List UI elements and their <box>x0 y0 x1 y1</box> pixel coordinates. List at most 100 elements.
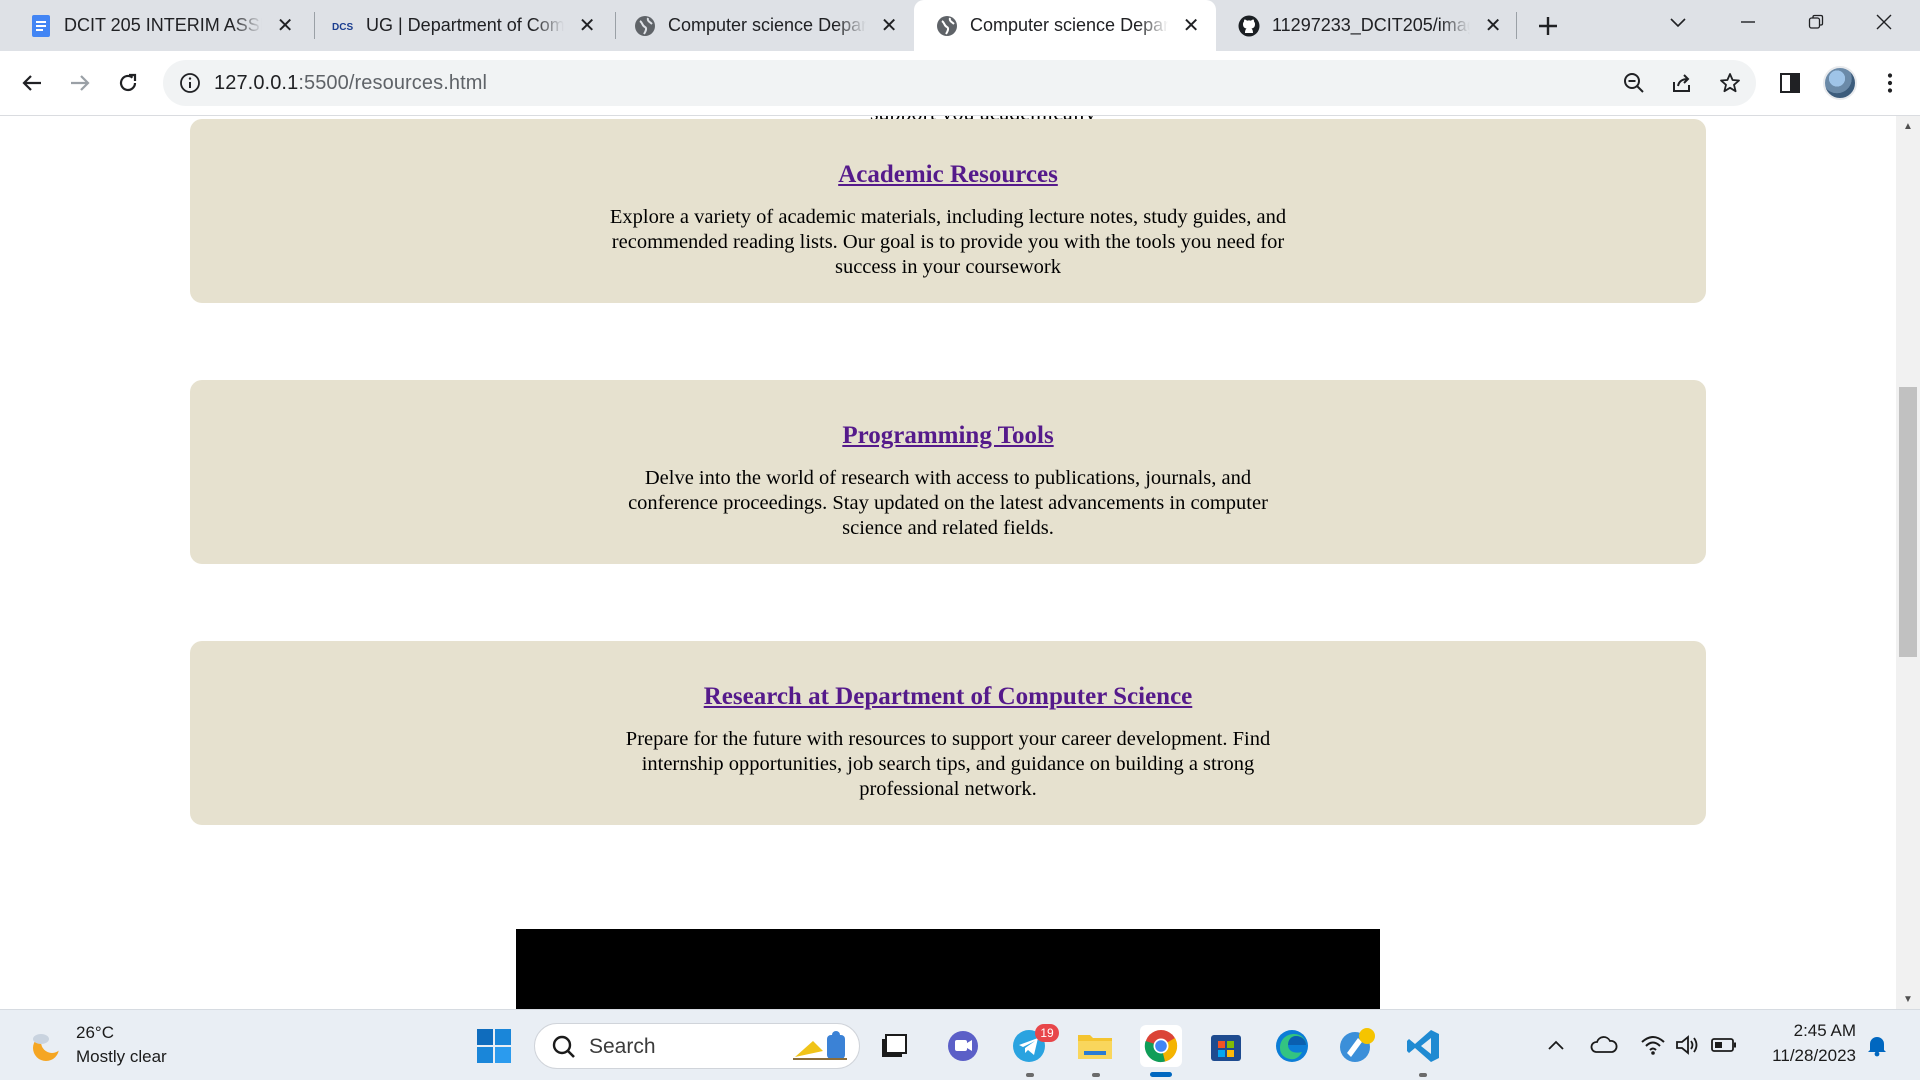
tab-title: DCIT 205 INTERIM ASSESSMENT <box>64 15 263 36</box>
resource-card-academic: Academic Resources Explore a variety of … <box>190 119 1706 303</box>
clock-time[interactable]: 2:45 AM <box>1794 1021 1856 1041</box>
address-bar[interactable]: 127.0.0.1:5500/resources.html <box>163 60 1756 106</box>
chevron-down-icon <box>1670 18 1686 28</box>
clock-date[interactable]: 11/28/2023 <box>1772 1046 1856 1066</box>
page-viewport: support you academically Academic Resour… <box>0 116 1896 1009</box>
programming-tools-link[interactable]: Programming Tools <box>842 422 1053 449</box>
resource-card-research: Research at Department of Computer Scien… <box>190 641 1706 825</box>
card-text: Delve into the world of research with ac… <box>628 467 1268 539</box>
python-idle-icon[interactable] <box>1336 1025 1378 1067</box>
svg-text:DCS: DCS <box>332 22 353 33</box>
restore-icon <box>1808 14 1824 29</box>
side-panel-button[interactable] <box>1772 65 1808 101</box>
taskbar-search-box[interactable]: Search <box>534 1023 860 1069</box>
forward-button[interactable] <box>62 65 98 101</box>
card-text: Explore a variety of academic materials,… <box>609 206 1287 278</box>
card-title: Programming Tools <box>190 422 1706 450</box>
file-explorer-icon[interactable] <box>1074 1025 1116 1067</box>
tab-title: 11297233_DCIT205/images <box>1272 15 1471 36</box>
vscode-icon[interactable] <box>1402 1025 1444 1067</box>
card-title: Academic Resources <box>190 161 1706 189</box>
vscode-running-indicator <box>1419 1073 1427 1077</box>
tab-docs[interactable]: DCIT 205 INTERIM ASSESSMENT ✕ <box>8 0 310 51</box>
close-icon[interactable]: ✕ <box>1180 15 1202 37</box>
teams-chat-icon[interactable] <box>942 1025 984 1067</box>
tab-title: Computer science Department <box>970 15 1169 36</box>
minimize-icon <box>1741 21 1755 23</box>
arrow-right-icon <box>71 75 90 91</box>
scroll-up-arrow-icon[interactable]: ▲ <box>1896 116 1920 136</box>
tab-separator <box>1516 12 1517 39</box>
reload-button[interactable] <box>110 65 146 101</box>
chevron-up-icon[interactable] <box>1541 1030 1571 1060</box>
weather-temperature: 26°C <box>76 1023 114 1042</box>
microsoft-store-icon[interactable] <box>1205 1025 1247 1067</box>
bookmark-star-icon[interactable] <box>1717 70 1743 96</box>
page-scrollbar[interactable]: ▲ ▼ <box>1896 116 1920 1009</box>
volume-icon[interactable] <box>1673 1030 1703 1060</box>
url-text[interactable]: 127.0.0.1:5500/resources.html <box>214 72 487 95</box>
tab-ug-dcs[interactable]: DCS UG | Department of Computer Science … <box>310 0 612 51</box>
url-host: 127.0.0.1 <box>214 72 299 94</box>
notification-bell-icon[interactable] <box>1862 1030 1892 1060</box>
tab-github[interactable]: 11297233_DCIT205/images ✕ <box>1216 0 1518 51</box>
card-text: Prepare for the future with resources to… <box>625 728 1271 800</box>
wifi-icon[interactable] <box>1638 1030 1668 1060</box>
card-title: Research at Department of Computer Scien… <box>190 683 1706 711</box>
menu-button[interactable] <box>1872 65 1908 101</box>
share-icon[interactable] <box>1669 70 1695 96</box>
search-icon <box>551 1034 577 1065</box>
url-path: :5500/resources.html <box>298 72 488 94</box>
telegram-badge: 19 <box>1035 1024 1059 1042</box>
reload-icon <box>119 73 137 92</box>
tab-title: UG | Department of Computer Science <box>366 15 565 36</box>
search-highlight-icon <box>789 1029 853 1070</box>
ug-dcs-icon: DCS <box>332 15 354 37</box>
edge-icon[interactable] <box>1271 1025 1313 1067</box>
more-vert-icon <box>1887 73 1893 93</box>
resource-card-programming: Programming Tools Delve into the world o… <box>190 380 1706 564</box>
tab-cs-dept-1[interactable]: Computer science Department ✕ <box>612 0 914 51</box>
back-button[interactable] <box>14 65 50 101</box>
onedrive-cloud-icon[interactable] <box>1589 1030 1619 1060</box>
weather-description: Mostly clear <box>76 1047 167 1066</box>
telegram-running-indicator <box>1026 1073 1034 1077</box>
windows-taskbar: 26°C Mostly clear Search 19 2:45 AM 11/2… <box>0 1009 1920 1080</box>
profile-avatar[interactable] <box>1823 66 1857 100</box>
task-view-icon[interactable] <box>873 1025 915 1067</box>
battery-icon[interactable] <box>1709 1030 1739 1060</box>
chrome-active-indicator <box>1150 1072 1172 1077</box>
tab-strip: DCIT 205 INTERIM ASSESSMENT ✕ DCS UG | D… <box>0 0 1920 51</box>
chrome-icon[interactable] <box>1140 1025 1182 1067</box>
close-icon[interactable]: ✕ <box>1482 15 1504 37</box>
close-icon[interactable]: ✕ <box>576 15 598 37</box>
close-icon[interactable]: ✕ <box>274 15 296 37</box>
footer-block <box>516 929 1380 1009</box>
new-tab-button[interactable] <box>1530 9 1566 43</box>
explorer-running-indicator <box>1092 1073 1100 1077</box>
globe-icon <box>936 15 958 37</box>
tab-title: Computer science Department <box>668 15 867 36</box>
research-link[interactable]: Research at Department of Computer Scien… <box>704 683 1193 710</box>
google-docs-icon <box>30 14 52 37</box>
close-icon[interactable]: ✕ <box>878 15 900 37</box>
plus-icon <box>1539 17 1557 35</box>
restore-button[interactable] <box>1788 0 1844 44</box>
windows-start-icon[interactable] <box>473 1025 515 1067</box>
scrollbar-thumb[interactable] <box>1899 387 1917 657</box>
zoom-icon[interactable] <box>1621 70 1647 96</box>
close-icon <box>1876 14 1892 30</box>
arrow-left-icon <box>22 75 41 91</box>
close-window-button[interactable] <box>1856 0 1912 44</box>
tab-cs-dept-active[interactable]: Computer science Department ✕ <box>914 0 1216 51</box>
weather-moon-icon[interactable] <box>28 1028 64 1064</box>
search-label: Search <box>589 1035 656 1058</box>
scroll-down-arrow-icon[interactable]: ▼ <box>1896 989 1920 1009</box>
browser-toolbar: 127.0.0.1:5500/resources.html <box>0 51 1920 116</box>
tab-search-button[interactable] <box>1650 0 1706 44</box>
info-icon[interactable] <box>179 72 201 94</box>
minimize-button[interactable] <box>1720 0 1776 44</box>
academic-resources-link[interactable]: Academic Resources <box>838 161 1058 188</box>
github-icon <box>1238 15 1260 37</box>
side-panel-icon <box>1780 73 1800 93</box>
